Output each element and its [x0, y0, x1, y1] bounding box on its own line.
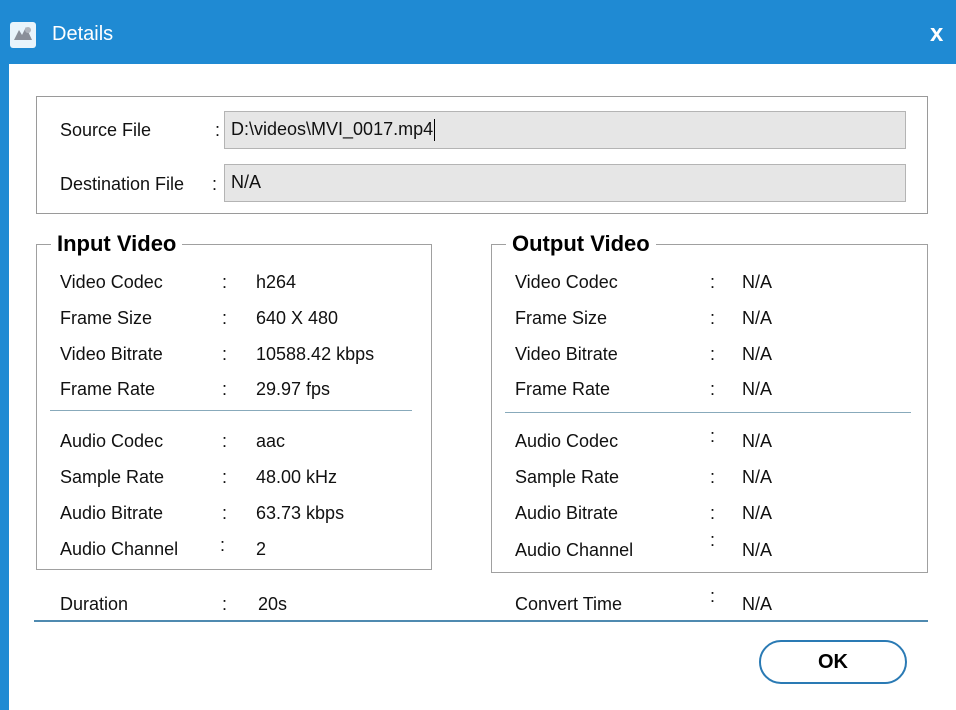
footer-separator: [34, 620, 928, 622]
output-video-codec-label: Video Codec: [515, 272, 618, 292]
output-audio-bitrate-value: N/A: [742, 503, 773, 523]
duration-label: Duration: [60, 594, 129, 614]
output-audio-bitrate-label: Audio Bitrate: [515, 503, 619, 523]
input-video-bitrate-label: Video Bitrate: [60, 344, 163, 364]
input-frame-size-value: 640 X 480: [256, 308, 339, 328]
output-video-bitrate-value: N/A: [742, 344, 773, 364]
details-dialog: Details x Source File : D:\videos\MVI_00…: [0, 0, 956, 710]
output-frame-rate-label: Frame Rate: [515, 379, 611, 399]
input-video-bitrate-value: 10588.42 kbps: [256, 344, 375, 364]
output-video-title: Output Video: [506, 232, 656, 256]
input-sample-rate-value: 48.00 kHz: [256, 467, 338, 487]
input-audio-bitrate-value: 63.73 kbps: [256, 503, 345, 523]
input-video-bitrate-colon: :: [222, 344, 228, 364]
title-bar[interactable]: Details x: [0, 0, 956, 64]
input-video-title: Input Video: [51, 232, 183, 256]
app-icon: [10, 22, 36, 48]
output-audio-channel-colon: :: [710, 530, 716, 550]
window-left-border: [0, 64, 9, 710]
output-video-codec-value: N/A: [742, 272, 773, 292]
input-audio-bitrate-label: Audio Bitrate: [60, 503, 164, 523]
input-video-codec-value: h264: [256, 272, 297, 292]
output-audio-codec-label: Audio Codec: [515, 431, 619, 451]
output-sample-rate-label: Sample Rate: [515, 467, 620, 487]
input-sample-rate-label: Sample Rate: [60, 467, 165, 487]
ok-button[interactable]: OK: [759, 640, 907, 684]
source-file-value: D:\videos\MVI_0017.mp4: [231, 119, 434, 139]
duration-colon: :: [222, 594, 228, 614]
source-file-label: Source File: [60, 120, 152, 140]
destination-file-field[interactable]: N/A: [224, 164, 906, 202]
destination-file-label: Destination File: [60, 174, 185, 194]
destination-file-colon: :: [212, 174, 218, 194]
input-audio-codec-colon: :: [222, 431, 228, 451]
window-title: Details: [52, 23, 114, 45]
duration-value: 20s: [258, 594, 288, 614]
input-frame-size-colon: :: [222, 308, 228, 328]
destination-file-value: N/A: [231, 172, 262, 192]
source-file-colon: :: [215, 120, 221, 140]
input-audio-channel-value: 2: [256, 539, 267, 559]
output-video-bitrate-label: Video Bitrate: [515, 344, 618, 364]
output-video-bitrate-colon: :: [710, 344, 716, 364]
input-audio-channel-label: Audio Channel: [60, 539, 179, 559]
output-frame-rate-colon: :: [710, 379, 716, 399]
output-sample-rate-colon: :: [710, 467, 716, 487]
output-sample-rate-value: N/A: [742, 467, 773, 487]
convert-time-colon: :: [710, 586, 716, 606]
close-icon[interactable]: x: [930, 21, 943, 47]
input-frame-size-label: Frame Size: [60, 308, 153, 328]
output-audio-channel-label: Audio Channel: [515, 540, 634, 560]
input-video-codec-colon: :: [222, 272, 228, 292]
input-sample-rate-colon: :: [222, 467, 228, 487]
input-frame-rate-colon: :: [222, 379, 228, 399]
source-file-field[interactable]: D:\videos\MVI_0017.mp4: [224, 111, 906, 149]
input-audio-channel-colon: :: [220, 535, 226, 555]
convert-time-label: Convert Time: [515, 594, 623, 614]
output-frame-size-colon: :: [710, 308, 716, 328]
output-audio-codec-value: N/A: [742, 431, 773, 451]
text-caret: [434, 119, 436, 142]
output-frame-size-label: Frame Size: [515, 308, 608, 328]
output-audio-bitrate-colon: :: [710, 503, 716, 523]
input-frame-rate-value: 29.97 fps: [256, 379, 331, 399]
output-video-codec-colon: :: [710, 272, 716, 292]
output-frame-rate-value: N/A: [742, 379, 773, 399]
input-audio-bitrate-colon: :: [222, 503, 228, 523]
input-audio-codec-value: aac: [256, 431, 286, 451]
output-audio-channel-value: N/A: [742, 540, 773, 560]
convert-time-value: N/A: [742, 594, 773, 614]
input-audio-codec-label: Audio Codec: [60, 431, 164, 451]
input-video-separator: [50, 410, 412, 411]
output-video-separator: [505, 412, 911, 413]
output-frame-size-value: N/A: [742, 308, 773, 328]
input-frame-rate-label: Frame Rate: [60, 379, 156, 399]
input-video-codec-label: Video Codec: [60, 272, 163, 292]
output-audio-codec-colon: :: [710, 426, 716, 446]
